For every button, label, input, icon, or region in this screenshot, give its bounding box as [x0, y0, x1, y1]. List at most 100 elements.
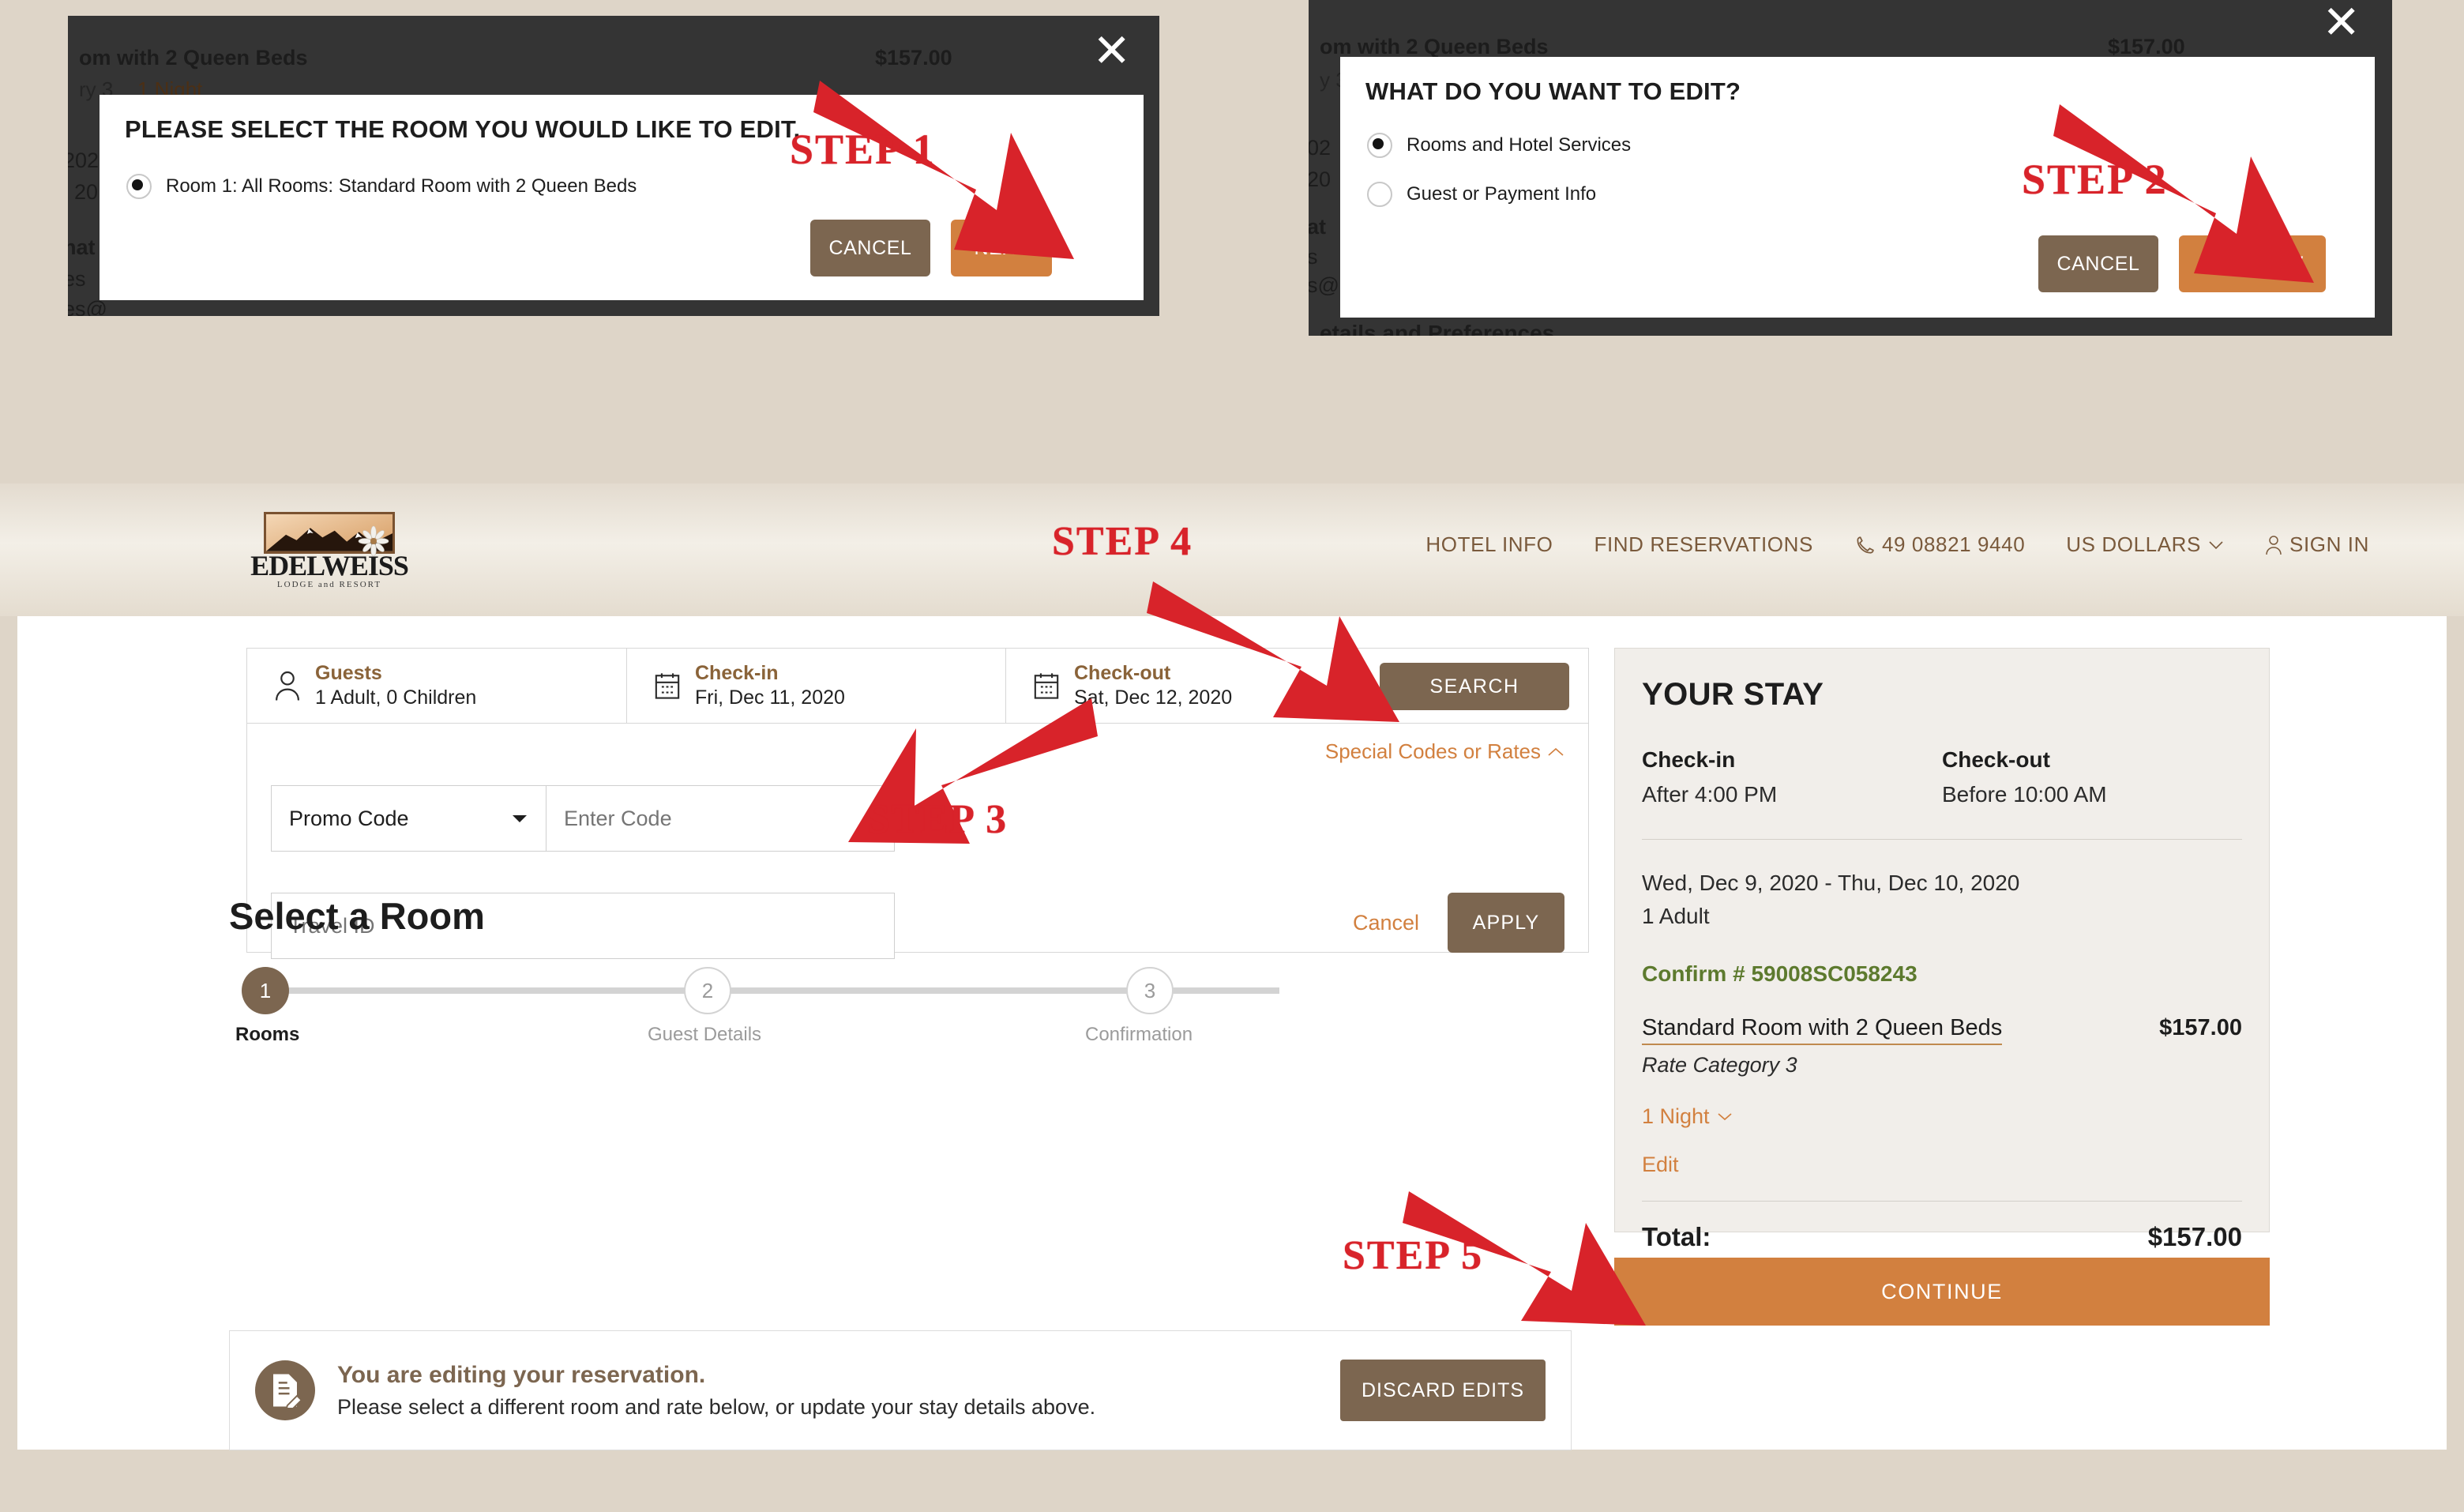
stay-checkin-value: After 4:00 PM — [1642, 782, 1778, 807]
stepper-node-3[interactable]: 3 — [1126, 967, 1174, 1014]
logo-subtitle: LODGE and RESORT — [276, 580, 382, 589]
promo-code-row: Promo Code — [271, 785, 895, 852]
chevron-up-icon — [1548, 747, 1564, 756]
step4-arrow — [1147, 581, 1399, 722]
stay-guests: 1 Adult — [1642, 904, 1710, 928]
stepper-node-2[interactable]: 2 — [684, 967, 731, 1014]
stay-room-price: $157.00 — [2159, 1015, 2242, 1040]
stay-checkout-value: Before 10:00 AM — [1942, 782, 2107, 807]
promo-type-select[interactable]: Promo Code — [272, 786, 547, 851]
your-stay-panel: YOUR STAY Check-in After 4:00 PM Check-o… — [1614, 648, 2270, 1251]
edit-option-guest-row[interactable]: Guest or Payment Info — [1367, 182, 1596, 207]
rooms-services-radio[interactable] — [1367, 133, 1392, 158]
page-title: Select a Room — [229, 895, 485, 937]
guests-value: 1 Adult, 0 Children — [315, 686, 477, 709]
stay-edit-link[interactable]: Edit — [1642, 1153, 2242, 1177]
nav-hotel-info-label: HOTEL INFO — [1425, 532, 1553, 556]
chevron-down-icon — [513, 815, 527, 822]
stepper-label-2: Guest Details — [648, 1024, 762, 1045]
stepper-label-3: Confirmation — [1085, 1024, 1193, 1045]
step5-label: STEP 5 — [1343, 1233, 1484, 1278]
room-radio[interactable] — [126, 174, 152, 199]
stay-checkout-label: Check-out — [1942, 747, 2050, 772]
discard-edits-button[interactable]: DISCARD EDITS — [1340, 1360, 1546, 1421]
bg-frag-1: 02 — [1309, 136, 1332, 160]
nav-currency[interactable]: US DOLLARS — [2066, 532, 2224, 557]
divider — [1642, 1201, 2242, 1202]
rooms-services-label: Rooms and Hotel Services — [1407, 134, 1632, 156]
stay-dates: Wed, Dec 9, 2020 - Thu, Dec 10, 2020 — [1642, 871, 2020, 895]
checkin-value: Fri, Dec 11, 2020 — [695, 686, 845, 709]
stay-rate-category: Rate Category 3 — [1642, 1053, 1797, 1077]
phone-icon — [1857, 536, 1874, 554]
your-stay-title: YOUR STAY — [1642, 677, 1824, 712]
bg-frag-2: 20 — [1309, 167, 1332, 191]
booking-stepper: 1 Rooms 2 Guest Details 3 Confirmation — [229, 961, 1382, 1047]
editing-notice-banner: You are editing your reservation. Please… — [229, 1330, 1572, 1450]
nav-currency-label: US DOLLARS — [2066, 532, 2201, 556]
room-option-label: Room 1: All Rooms: Standard Room with 2 … — [166, 175, 637, 197]
stay-checkin-label: Check-in — [1642, 747, 1736, 772]
bg-frag-5: s@ — [1309, 273, 1339, 297]
promo-actions: Cancel APPLY — [1353, 893, 1564, 953]
bg-room-title: om with 2 Queen Beds — [1320, 35, 1549, 58]
divider — [1642, 839, 2242, 840]
bg-room-price: $157.00 — [2108, 35, 2185, 58]
stepper-node-1-num: 1 — [259, 978, 272, 1002]
guests-label: Guests — [315, 661, 382, 684]
bg-frag-4: s — [1309, 245, 1318, 269]
step2-label: STEP 2 — [2022, 156, 2168, 203]
checkin-label: Check-in — [695, 661, 779, 684]
stepper-node-2-num: 2 — [701, 978, 714, 1002]
nav-phone[interactable]: 49 08821 9440 — [1854, 532, 2025, 557]
guests-field[interactable]: Guests 1 Adult, 0 Children — [247, 649, 626, 723]
guest-payment-radio[interactable] — [1367, 182, 1392, 207]
bg-frag-1: 202 — [68, 149, 100, 172]
confirmation-number: Confirm # 59008SC058243 — [1642, 961, 1917, 986]
stay-nights-label: 1 Night — [1642, 1104, 1710, 1128]
continue-button[interactable]: CONTINUE — [1614, 1258, 2270, 1326]
stepper-node-1[interactable]: 1 — [242, 967, 289, 1014]
stay-checkin: Check-in After 4:00 PM — [1642, 747, 1942, 807]
bg-footer-text: etails and Preferences — [1320, 321, 1555, 336]
promo-type-value: Promo Code — [289, 806, 409, 830]
special-codes-link[interactable]: Special Codes or Rates — [1325, 739, 1564, 764]
stay-checkout: Check-out Before 10:00 AM — [1942, 747, 2242, 807]
stay-nights-toggle[interactable]: 1 Night — [1642, 1104, 1733, 1129]
notice-heading: You are editing your reservation. — [337, 1361, 706, 1388]
logo-wordmark: EDELWEISS — [250, 550, 409, 581]
stay-total-value: $157.00 — [2147, 1222, 2242, 1251]
nav-sign-in[interactable]: SIGN IN — [2265, 532, 2369, 557]
close-icon[interactable]: ✕ — [2322, 0, 2361, 46]
document-edit-icon — [255, 1360, 315, 1420]
step3-label: STEP 3 — [867, 797, 1009, 842]
nav-sign-in-label: SIGN IN — [2289, 532, 2369, 556]
nav-phone-label: 49 08821 9440 — [1881, 532, 2026, 556]
chevron-down-icon — [1718, 1113, 1732, 1121]
nav-hotel-info[interactable]: HOTEL INFO — [1425, 532, 1553, 557]
user-icon — [276, 671, 299, 701]
stay-room-row: Standard Room with 2 Queen Beds Rate Cat… — [1642, 1015, 2242, 1078]
bg-frag-3: nat — [68, 235, 96, 259]
edit-option-rooms-row[interactable]: Rooms and Hotel Services — [1367, 133, 1631, 158]
room-option-row[interactable]: Room 1: All Rooms: Standard Room with 2 … — [126, 174, 637, 199]
dialog-title: WHAT DO YOU WANT TO EDIT? — [1365, 77, 1741, 105]
stepper-label-1: Rooms — [235, 1024, 300, 1045]
user-icon — [2266, 535, 2282, 555]
bg-frag-4: es — [68, 267, 86, 291]
header-nav: HOTEL INFO FIND RESERVATIONS 49 08821 94… — [1425, 532, 2369, 557]
stay-times: Check-in After 4:00 PM Check-out Before … — [1642, 747, 2242, 807]
apply-button[interactable]: APPLY — [1448, 893, 1564, 953]
bg-frag-3: at — [1309, 215, 1327, 239]
logo-mountain-image — [264, 512, 395, 557]
bg-frag-2: 20 — [74, 180, 99, 204]
nav-find-reservations[interactable]: FIND RESERVATIONS — [1594, 532, 1812, 557]
promo-cancel-link[interactable]: Cancel — [1353, 911, 1419, 935]
edelweiss-logo[interactable]: EDELWEISS LODGE and RESORT — [246, 512, 412, 591]
dialog-title: PLEASE SELECT THE ROOM YOU WOULD LIKE TO… — [125, 115, 801, 143]
notice-body: Please select a different room and rate … — [337, 1395, 1096, 1420]
stepper-node-3-num: 3 — [1144, 978, 1156, 1002]
guest-payment-label: Guest or Payment Info — [1407, 183, 1597, 205]
stay-room-name[interactable]: Standard Room with 2 Queen Beds — [1642, 1015, 2003, 1045]
notice-text: You are editing your reservation. Please… — [337, 1358, 1095, 1424]
